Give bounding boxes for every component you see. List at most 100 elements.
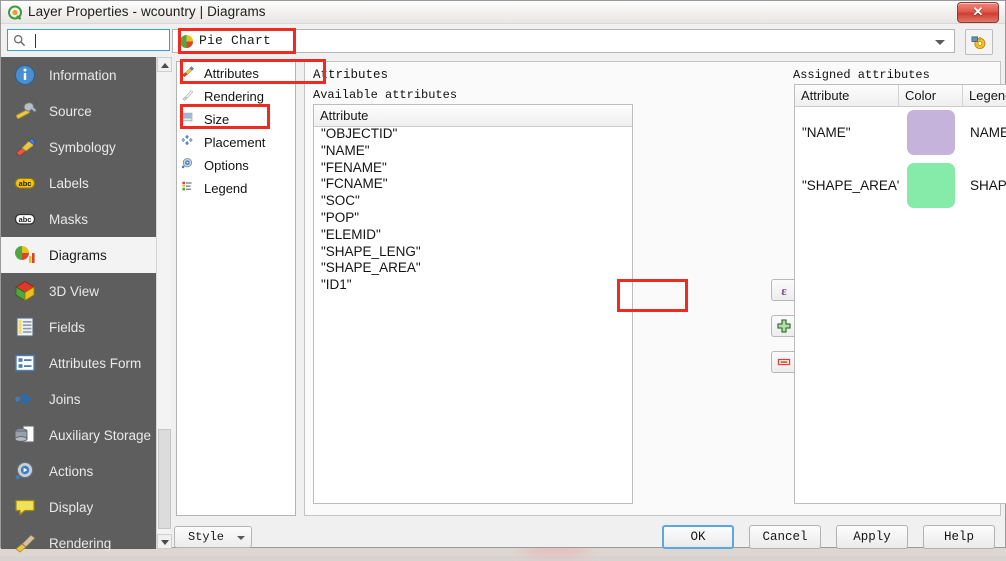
- auxiliary-storage-icon: [13, 423, 37, 447]
- sidebar-item-label: Rendering: [49, 535, 112, 551]
- diagram-section-tree[interactable]: Attributes Rendering Size Placement Options L…: [176, 61, 296, 516]
- symbology-icon: [13, 135, 37, 159]
- column-header-attribute: Attribute: [320, 108, 369, 123]
- sidebar-item-fields[interactable]: Fields: [1, 309, 156, 345]
- available-attribute-row[interactable]: "NAME": [314, 143, 632, 160]
- assigned-legend-text: SHAPE_AREA: [970, 178, 1006, 193]
- tree-item-rendering[interactable]: Rendering: [177, 85, 295, 108]
- sidebar-item-label: Information: [49, 67, 117, 83]
- available-attribute-row[interactable]: "SHAPE_LENG": [314, 244, 632, 261]
- svg-text:abc: abc: [19, 179, 32, 188]
- available-rows[interactable]: "OBJECTID" "NAME" "FENAME" "FCNAME" "SOC" "PO…: [314, 126, 632, 503]
- help-button[interactable]: Help: [923, 525, 995, 549]
- tree-item-placement[interactable]: Placement: [177, 131, 295, 154]
- assigned-attribute-row[interactable]: "NAME" NAME: [795, 106, 1006, 159]
- available-attribute-row[interactable]: "ID1": [314, 277, 632, 294]
- sidebar-item-display[interactable]: Display: [1, 489, 156, 525]
- assigned-attribute-name: "SHAPE_AREA": [802, 178, 899, 193]
- sidebar-item-source[interactable]: Source: [1, 93, 156, 129]
- sidebar-item-attributes-form[interactable]: Attributes Form: [1, 345, 156, 381]
- tree-item-legend[interactable]: Legend: [177, 177, 295, 200]
- properties-sidebar[interactable]: Information Source Symbology abc Labels abc Ma…: [1, 57, 156, 553]
- chevron-down-icon: [161, 540, 169, 545]
- style-button[interactable]: Style: [174, 526, 252, 548]
- legend-icon: [181, 180, 198, 197]
- sidebar-item-auxiliary-storage[interactable]: Auxiliary Storage: [1, 417, 156, 453]
- chevron-down-icon: [237, 536, 245, 540]
- available-attribute-row[interactable]: "OBJECTID": [314, 126, 632, 143]
- available-attribute-row[interactable]: "SHAPE_AREA": [314, 260, 632, 277]
- placement-icon: [181, 134, 198, 151]
- sidebar-item-label: Symbology: [49, 139, 116, 155]
- search-input[interactable]: [32, 32, 169, 52]
- available-attribute-row[interactable]: "SOC": [314, 193, 632, 210]
- scrollbar-thumb[interactable]: [158, 429, 171, 529]
- available-attribute-row[interactable]: "ELEMID": [314, 227, 632, 244]
- panel-heading: Attributes: [313, 68, 389, 82]
- ok-button[interactable]: OK: [662, 525, 734, 549]
- assigned-rows[interactable]: "NAME" NAME "SHAPE_AREA" SHAPE_AREA: [795, 106, 1006, 503]
- labels-icon: abc: [13, 171, 37, 195]
- search-box[interactable]: [7, 29, 170, 52]
- sidebar-item-masks[interactable]: abc Masks: [1, 201, 156, 237]
- tree-item-label: Legend: [204, 181, 248, 196]
- tree-item-label: Rendering: [204, 89, 264, 104]
- cancel-button[interactable]: Cancel: [749, 525, 821, 549]
- pie-chart-icon: [179, 34, 194, 49]
- assigned-attributes-table[interactable]: Attribute Color Legend "NAME" NAME "SHAPE_…: [794, 84, 1006, 504]
- content-area: Pie Chart Attributes Rendering Size Placeme…: [172, 29, 1006, 549]
- tree-item-label: Options: [204, 158, 249, 173]
- plus-icon: [772, 316, 796, 336]
- sidebar-item-labels[interactable]: abc Labels: [1, 165, 156, 201]
- sidebar-item-label: Source: [49, 103, 92, 119]
- sidebar-item-joins[interactable]: Joins: [1, 381, 156, 417]
- sidebar-item-label: Display: [49, 499, 94, 515]
- sidebar-item-actions[interactable]: Actions: [1, 453, 156, 489]
- color-swatch[interactable]: [907, 163, 955, 208]
- scroll-up-button[interactable]: [157, 57, 172, 72]
- attributes-panel: Attributes Available attributes Assigned…: [304, 61, 1006, 516]
- table-header: Attribute: [314, 105, 632, 127]
- diagram-settings-button[interactable]: [965, 29, 993, 55]
- diagram-type-label: Pie Chart: [199, 33, 272, 48]
- assigned-color-cell[interactable]: [899, 110, 963, 155]
- sidebar-item-label: Auxiliary Storage: [49, 427, 152, 443]
- sidebar-scrollbar[interactable]: [156, 57, 172, 549]
- sidebar-item-label: Attributes Form: [49, 355, 142, 371]
- sidebar-item-symbology[interactable]: Symbology: [1, 129, 156, 165]
- joins-icon: [13, 387, 37, 411]
- available-attribute-row[interactable]: "POP": [314, 210, 632, 227]
- available-attribute-row[interactable]: "FENAME": [314, 160, 632, 177]
- available-attributes-table[interactable]: Attribute "OBJECTID" "NAME" "FENAME" "FCNAM…: [313, 104, 633, 504]
- tree-item-label: Size: [204, 112, 230, 127]
- epsilon-icon: ε: [772, 280, 796, 300]
- tree-item-size[interactable]: Size: [177, 108, 295, 131]
- column-header-color: Color: [899, 85, 963, 106]
- available-attribute-row[interactable]: "FCNAME": [314, 176, 632, 193]
- sidebar-item-information[interactable]: Information: [1, 57, 156, 93]
- scroll-down-button[interactable]: [157, 534, 172, 549]
- sidebar-item-label: Masks: [49, 211, 89, 227]
- search-icon: [13, 34, 26, 47]
- sidebar-item-label: 3D View: [49, 283, 100, 299]
- tree-item-options[interactable]: Options: [177, 154, 295, 177]
- color-swatch[interactable]: [907, 110, 955, 155]
- assigned-color-cell[interactable]: [899, 163, 963, 208]
- available-attributes-label: Available attributes: [313, 88, 458, 102]
- gear-icon: [970, 34, 987, 56]
- column-header-legend: Legend: [969, 88, 1006, 103]
- close-button[interactable]: ✕: [957, 2, 999, 23]
- sidebar-item-diagrams[interactable]: Diagrams: [1, 237, 156, 273]
- source-icon: [13, 99, 37, 123]
- diagram-type-combo[interactable]: Pie Chart: [172, 29, 955, 53]
- sidebar-item-3d-view[interactable]: 3D View: [1, 273, 156, 309]
- assigned-attribute-row[interactable]: "SHAPE_AREA" SHAPE_AREA: [795, 159, 1006, 212]
- qgis-logo-icon: [8, 5, 23, 20]
- attributes-brush-icon: [181, 65, 198, 82]
- tree-item-attributes[interactable]: Attributes: [177, 62, 295, 85]
- assigned-attribute-name: "NAME": [802, 125, 851, 140]
- apply-button[interactable]: Apply: [836, 525, 908, 549]
- information-icon: [13, 63, 37, 87]
- 3d-view-icon: [13, 279, 37, 303]
- assigned-legend-text: NAME: [970, 125, 1006, 140]
